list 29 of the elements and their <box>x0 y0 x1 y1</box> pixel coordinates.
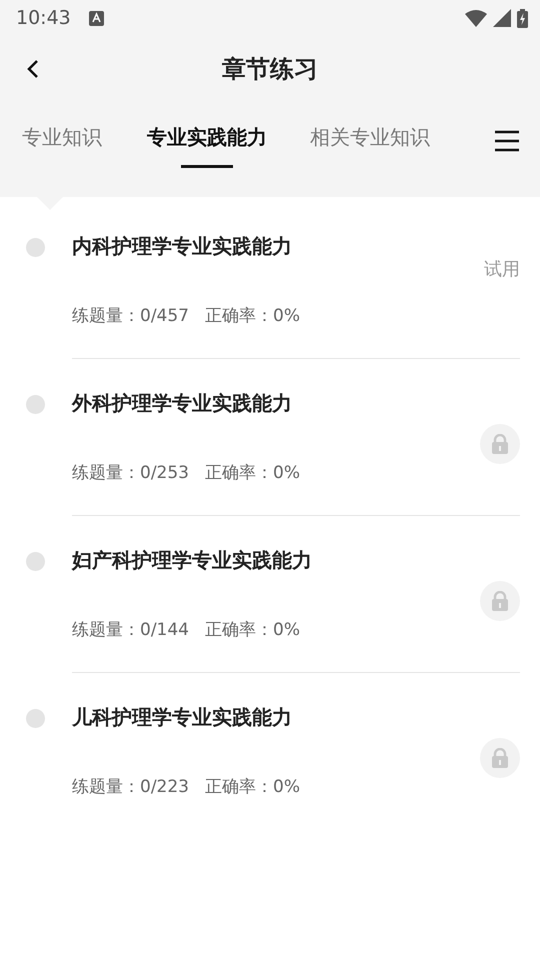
question-count: 练题量：0/253 <box>72 462 189 484</box>
status-time: 10:43 <box>16 7 71 29</box>
chapter-title[interactable]: 外科护理学专业实践能力 <box>72 390 292 417</box>
chapter-title[interactable]: 儿科护理学专业实践能力 <box>72 704 292 731</box>
category-tab[interactable]: 专业实践能力 <box>147 124 267 168</box>
page-title: 章节练习 <box>222 54 318 85</box>
question-count: 练题量：0/144 <box>72 619 189 641</box>
chapter-title[interactable]: 妇产科护理学专业实践能力 <box>72 547 312 574</box>
category-tab[interactable]: 相关专业知识 <box>310 124 430 168</box>
lock-icon <box>480 424 520 464</box>
status-dot <box>26 552 45 571</box>
status-dot <box>26 238 45 257</box>
accuracy-rate: 正确率：0% <box>205 619 300 641</box>
battery-icon <box>517 8 528 28</box>
question-count: 练题量：0/457 <box>72 305 189 327</box>
keyboard-icon <box>88 10 104 26</box>
trial-label: 试用 <box>484 258 520 281</box>
status-dot <box>26 395 45 414</box>
accuracy-rate: 正确率：0% <box>205 305 300 327</box>
question-count: 练题量：0/223 <box>72 776 189 798</box>
lock-icon <box>480 738 520 778</box>
chapter-title[interactable]: 内科护理学专业实践能力 <box>72 233 292 260</box>
status-dot <box>26 709 45 728</box>
category-tab[interactable]: 专业知识 <box>22 124 102 168</box>
accuracy-rate: 正确率：0% <box>205 462 300 484</box>
accuracy-rate: 正确率：0% <box>205 776 300 798</box>
signal-icon <box>493 9 511 27</box>
lock-icon <box>480 581 520 621</box>
wifi-icon <box>465 10 487 26</box>
